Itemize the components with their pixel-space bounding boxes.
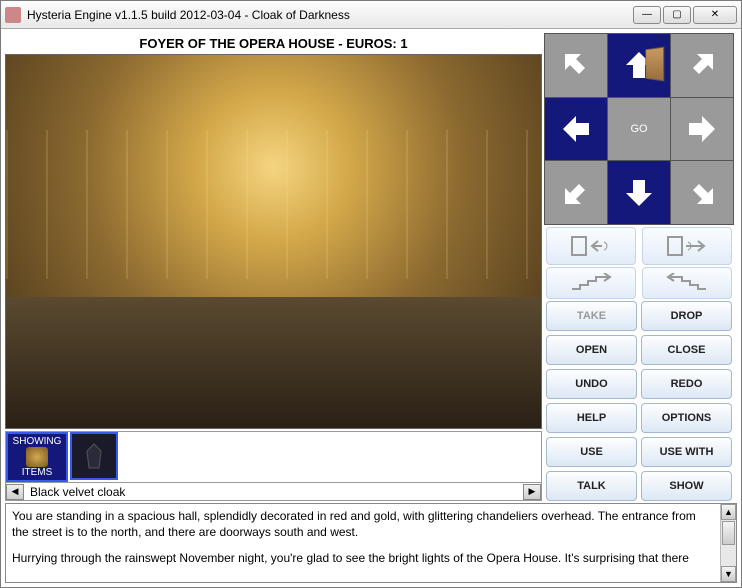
- window-controls: — ▢ ✕: [633, 6, 737, 24]
- arrow-nw-icon: [559, 48, 593, 82]
- help-button[interactable]: HELP: [546, 403, 637, 433]
- exit-icon: [662, 234, 712, 258]
- compass-go[interactable]: GO: [608, 98, 670, 161]
- enter-icon: [566, 234, 616, 258]
- arrow-sw-icon: [559, 176, 593, 210]
- stairs-down-button[interactable]: [642, 267, 732, 299]
- drop-button[interactable]: DROP: [641, 301, 732, 331]
- upper-panel: FOYER OF THE OPERA HOUSE - EUROS: 1 SHOW…: [5, 33, 737, 501]
- compass-grid: GO: [544, 33, 734, 225]
- arrow-ne-icon: [685, 48, 719, 82]
- inventory-row: SHOWING ITEMS: [5, 431, 542, 483]
- close-button[interactable]: ✕: [693, 6, 737, 24]
- show-button[interactable]: SHOW: [641, 471, 732, 501]
- door-icon: [645, 47, 664, 82]
- compass-nw[interactable]: [545, 34, 607, 97]
- left-column: FOYER OF THE OPERA HOUSE - EUROS: 1 SHOW…: [5, 33, 542, 501]
- content-area: FOYER OF THE OPERA HOUSE - EUROS: 1 SHOW…: [1, 29, 741, 587]
- story-text: You are standing in a spacious hall, spl…: [12, 508, 714, 567]
- story-paragraph: Hurrying through the rainswept November …: [12, 550, 714, 566]
- maximize-button[interactable]: ▢: [663, 6, 691, 24]
- compass-ne[interactable]: [671, 34, 733, 97]
- usewith-button[interactable]: USE WITH: [641, 437, 732, 467]
- take-button[interactable]: TAKE: [546, 301, 637, 331]
- app-icon: [5, 7, 21, 23]
- undo-button[interactable]: UNDO: [546, 369, 637, 399]
- stairs-up-button[interactable]: [546, 267, 636, 299]
- redo-button[interactable]: REDO: [641, 369, 732, 399]
- compass-se[interactable]: [671, 161, 733, 224]
- compass-s[interactable]: [608, 161, 670, 224]
- arrow-s-icon: [622, 176, 656, 210]
- go-label: GO: [630, 123, 647, 135]
- inventory-item-cloak[interactable]: [70, 432, 118, 480]
- item-name-row: ◀ Black velvet cloak ▶: [5, 483, 542, 501]
- inventory-scroll-right[interactable]: ▶: [523, 484, 541, 500]
- app-window: Hysteria Engine v1.1.5 build 2012-03-04 …: [0, 0, 742, 588]
- backpack-icon: [26, 447, 48, 467]
- compass-e[interactable]: [671, 98, 733, 161]
- right-column: GO TAKE DROP OPEN: [544, 33, 734, 501]
- inventory-label-top: SHOWING: [13, 436, 62, 447]
- options-button[interactable]: OPTIONS: [641, 403, 732, 433]
- open-button[interactable]: OPEN: [546, 335, 637, 365]
- scene-image: [5, 54, 542, 429]
- compass-sw[interactable]: [545, 161, 607, 224]
- story-paragraph: You are standing in a spacious hall, spl…: [12, 508, 714, 540]
- scroll-up-button[interactable]: ▲: [721, 504, 736, 520]
- action-grid: TAKE DROP OPEN CLOSE UNDO REDO HELP OPTI…: [544, 301, 734, 501]
- scroll-track[interactable]: [721, 546, 736, 566]
- stairs-down-icon: [662, 273, 712, 293]
- titlebar[interactable]: Hysteria Engine v1.1.5 build 2012-03-04 …: [1, 1, 741, 29]
- inventory-mode-label[interactable]: SHOWING ITEMS: [6, 432, 68, 482]
- compass-w[interactable]: [545, 98, 607, 161]
- enter-button[interactable]: [546, 227, 636, 265]
- scroll-thumb[interactable]: [722, 521, 735, 545]
- window-title: Hysteria Engine v1.1.5 build 2012-03-04 …: [27, 8, 633, 22]
- scroll-down-button[interactable]: ▼: [721, 566, 736, 582]
- compass-n[interactable]: [608, 34, 670, 97]
- enter-exit-row: [544, 227, 734, 265]
- scene-title: FOYER OF THE OPERA HOUSE - EUROS: 1: [5, 33, 542, 54]
- use-button[interactable]: USE: [546, 437, 637, 467]
- arrow-w-icon: [559, 112, 593, 146]
- minimize-button[interactable]: —: [633, 6, 661, 24]
- close-button-action[interactable]: CLOSE: [641, 335, 732, 365]
- talk-button[interactable]: TALK: [546, 471, 637, 501]
- arrow-e-icon: [685, 112, 719, 146]
- story-scrollbar[interactable]: ▲ ▼: [720, 504, 736, 582]
- inventory-scroll-left[interactable]: ◀: [6, 484, 24, 500]
- stairs-up-icon: [566, 273, 616, 293]
- stairs-row: [544, 267, 734, 299]
- inventory-label-bottom: ITEMS: [22, 467, 53, 478]
- story-panel: You are standing in a spacious hall, spl…: [5, 503, 737, 583]
- cloak-icon: [79, 441, 109, 471]
- exit-button[interactable]: [642, 227, 732, 265]
- selected-item-name: Black velvet cloak: [24, 485, 523, 499]
- arrow-se-icon: [685, 176, 719, 210]
